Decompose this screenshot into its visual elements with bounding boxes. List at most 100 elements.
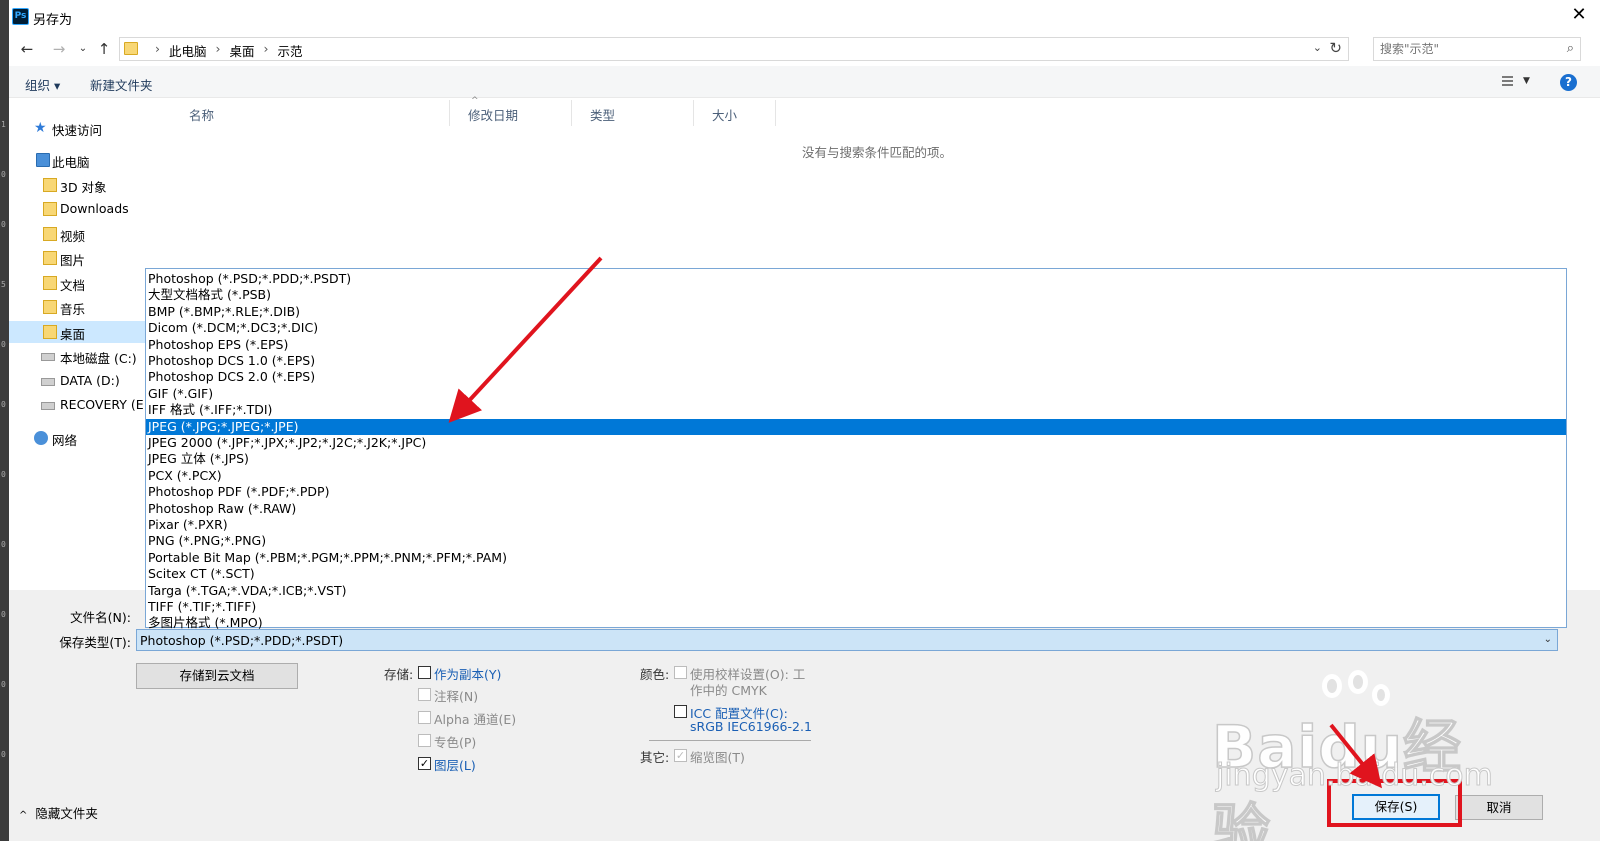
- color-options-label: 颜色:: [640, 667, 670, 682]
- filetype-option[interactable]: Photoshop (*.PSD;*.PDD;*.PSDT): [146, 271, 1566, 287]
- help-icon[interactable]: ?: [1560, 74, 1577, 91]
- breadcrumb-separator-icon: ›: [215, 41, 221, 56]
- 3d-objects-folder-icon: [43, 178, 57, 192]
- sidebar-item-label: 本地磁盘 (C:): [60, 351, 137, 366]
- filetype-option[interactable]: GIF (*.GIF): [146, 386, 1566, 402]
- filetype-option[interactable]: Photoshop EPS (*.EPS): [146, 337, 1566, 353]
- breadcrumb-item-desktop[interactable]: 桌面: [230, 41, 255, 60]
- filetype-option[interactable]: TIFF (*.TIF;*.TIFF): [146, 599, 1566, 615]
- filetype-option[interactable]: Photoshop Raw (*.RAW): [146, 501, 1566, 517]
- filetype-option[interactable]: Photoshop DCS 1.0 (*.EPS): [146, 353, 1566, 369]
- sidebar-item-label: 快速访问: [52, 123, 103, 138]
- sidebar-item-downloads[interactable]: Downloads: [9, 198, 169, 220]
- filetype-option[interactable]: 大型文档格式 (*.PSB): [146, 287, 1566, 303]
- filetype-select[interactable]: Photoshop (*.PSD;*.PDD;*.PSDT) ⌄: [136, 629, 1558, 651]
- filetype-option[interactable]: JPEG 2000 (*.JPF;*.JPX;*.JP2;*.J2C;*.J2K…: [146, 435, 1566, 451]
- filetype-dropdown-list[interactable]: Photoshop (*.PSD;*.PDD;*.PSDT) 大型文档格式 (*.…: [145, 268, 1567, 631]
- back-arrow-icon[interactable]: ←: [17, 39, 37, 59]
- desktop-folder-icon: [43, 325, 57, 339]
- filetype-option[interactable]: PNG (*.PNG;*.PNG): [146, 533, 1566, 549]
- filetype-option[interactable]: Photoshop DCS 2.0 (*.EPS): [146, 369, 1566, 385]
- chevron-down-icon[interactable]: ⌄: [1313, 41, 1322, 54]
- notes-checkbox[interactable]: [418, 688, 431, 701]
- empty-list-message: 没有与搜索条件匹配的项。: [802, 145, 953, 160]
- search-input[interactable]: [1380, 41, 1550, 57]
- proof-setup-profile: 作中的 CMYK: [690, 683, 767, 698]
- annotation-highlight-box: [1327, 779, 1462, 827]
- as-copy-checkbox[interactable]: [418, 666, 431, 679]
- cancel-button[interactable]: 取消: [1455, 795, 1543, 820]
- save-to-cloud-button[interactable]: 存储到云文档: [136, 663, 298, 689]
- layers-checkbox[interactable]: ✓: [418, 757, 431, 770]
- folder-icon: [124, 42, 138, 55]
- breadcrumb-separator-icon: ›: [155, 41, 160, 56]
- filetype-option[interactable]: Pixar (*.PXR): [146, 517, 1566, 533]
- chevron-up-icon: ^: [19, 810, 28, 821]
- filetype-option[interactable]: Photoshop PDF (*.PDF;*.PDP): [146, 484, 1566, 500]
- filetype-option-selected[interactable]: JPEG (*.JPG;*.JPEG;*.JPE): [146, 418, 1566, 435]
- column-header-type[interactable]: 类型: [572, 100, 694, 126]
- sidebar-item-videos[interactable]: 视频: [9, 223, 169, 245]
- column-header-date[interactable]: 修改日期: [450, 100, 572, 126]
- filetype-option[interactable]: IFF 格式 (*.IFF;*.TDI): [146, 402, 1566, 418]
- icc-profile-checkbox[interactable]: [674, 705, 687, 718]
- address-bar[interactable]: › 此电脑 › 桌面 › 示范 ⌄ ↻: [119, 37, 1349, 61]
- drive-icon: [41, 353, 55, 361]
- navigation-bar: ← → ⌄ ↑ › 此电脑 › 桌面 › 示范 ⌄ ↻ ⌕: [9, 34, 1600, 64]
- sidebar-item-label: DATA (D:): [60, 373, 120, 388]
- sidebar-item-label: 音乐: [60, 302, 86, 317]
- view-dropdown-arrow-icon[interactable]: ▼: [1523, 76, 1530, 86]
- as-copy-label[interactable]: 作为副本(Y): [434, 664, 501, 683]
- filetype-option[interactable]: PCX (*.PCX): [146, 468, 1566, 484]
- save-as-dialog: Ps 另存为 ✕ ← → ⌄ ↑ › 此电脑 › 桌面 › 示范 ⌄ ↻ ⌕ 组…: [9, 0, 1600, 841]
- new-folder-button[interactable]: 新建文件夹: [90, 75, 153, 94]
- filetype-option[interactable]: JPEG 立体 (*.JPS): [146, 451, 1566, 467]
- filetype-option[interactable]: BMP (*.BMP;*.RLE;*.DIB): [146, 304, 1566, 320]
- recent-locations-chevron-icon[interactable]: ⌄: [73, 39, 93, 59]
- hide-folders-toggle[interactable]: ^ 隐藏文件夹: [19, 803, 98, 822]
- sidebar-item-label: 图片: [60, 253, 86, 268]
- sidebar-item-3d-objects[interactable]: 3D 对象: [9, 174, 169, 196]
- filetype-option[interactable]: 多图片格式 (*.MPO): [146, 615, 1566, 631]
- music-folder-icon: [43, 300, 57, 314]
- breadcrumb-item-this-pc[interactable]: 此电脑: [169, 41, 207, 60]
- sidebar-item-label: 3D 对象: [60, 180, 107, 195]
- view-options-icon[interactable]: [1497, 74, 1513, 90]
- other-options-label: 其它:: [640, 750, 670, 765]
- close-button[interactable]: ✕: [1566, 4, 1592, 28]
- column-header-name[interactable]: 名称: [171, 100, 450, 126]
- hide-folders-label: 隐藏文件夹: [35, 806, 98, 821]
- documents-folder-icon: [43, 276, 57, 290]
- thumbnail-checkbox[interactable]: ✓: [674, 749, 687, 762]
- filename-label: 文件名(N):: [70, 610, 131, 625]
- search-icon[interactable]: ⌕: [1567, 41, 1574, 56]
- sidebar-item-this-pc[interactable]: 此电脑: [9, 149, 169, 171]
- breadcrumb-item-current[interactable]: 示范: [278, 41, 303, 60]
- refresh-icon[interactable]: ↻: [1329, 39, 1342, 57]
- notes-label: 注释(N): [434, 689, 479, 704]
- alpha-channels-label: Alpha 通道(E): [434, 712, 517, 727]
- filetype-option[interactable]: Dicom (*.DCM;*.DC3;*.DIC): [146, 320, 1566, 336]
- dialog-title: 另存为: [33, 13, 73, 28]
- sidebar-item-pictures[interactable]: 图片: [9, 247, 169, 269]
- use-proof-setup-checkbox[interactable]: [674, 666, 687, 679]
- drive-icon: [41, 402, 55, 410]
- forward-arrow-icon[interactable]: →: [49, 39, 69, 59]
- filetype-option[interactable]: Scitex CT (*.SCT): [146, 566, 1566, 582]
- spot-colors-label: 专色(P): [434, 735, 477, 750]
- search-box[interactable]: ⌕: [1373, 37, 1581, 61]
- filetype-option[interactable]: Targa (*.TGA;*.VDA;*.ICB;*.VST): [146, 583, 1566, 599]
- organize-button[interactable]: 组织 ▾: [25, 75, 60, 94]
- filetype-option[interactable]: Portable Bit Map (*.PBM;*.PGM;*.PPM;*.PN…: [146, 550, 1566, 566]
- sidebar-item-label: 文档: [60, 278, 86, 293]
- layers-label[interactable]: 图层(L): [434, 755, 476, 774]
- sidebar-item-quick-access[interactable]: ★ 快速访问: [9, 117, 169, 139]
- save-options-label: 存储:: [384, 667, 414, 682]
- star-icon: ★: [34, 120, 47, 136]
- column-header-size[interactable]: 大小: [694, 100, 776, 126]
- spot-colors-checkbox[interactable]: [418, 734, 431, 747]
- up-arrow-icon[interactable]: ↑: [94, 39, 114, 59]
- alpha-channels-checkbox[interactable]: [418, 711, 431, 724]
- drive-icon: [41, 378, 55, 386]
- chevron-down-icon[interactable]: ⌄: [1544, 634, 1552, 645]
